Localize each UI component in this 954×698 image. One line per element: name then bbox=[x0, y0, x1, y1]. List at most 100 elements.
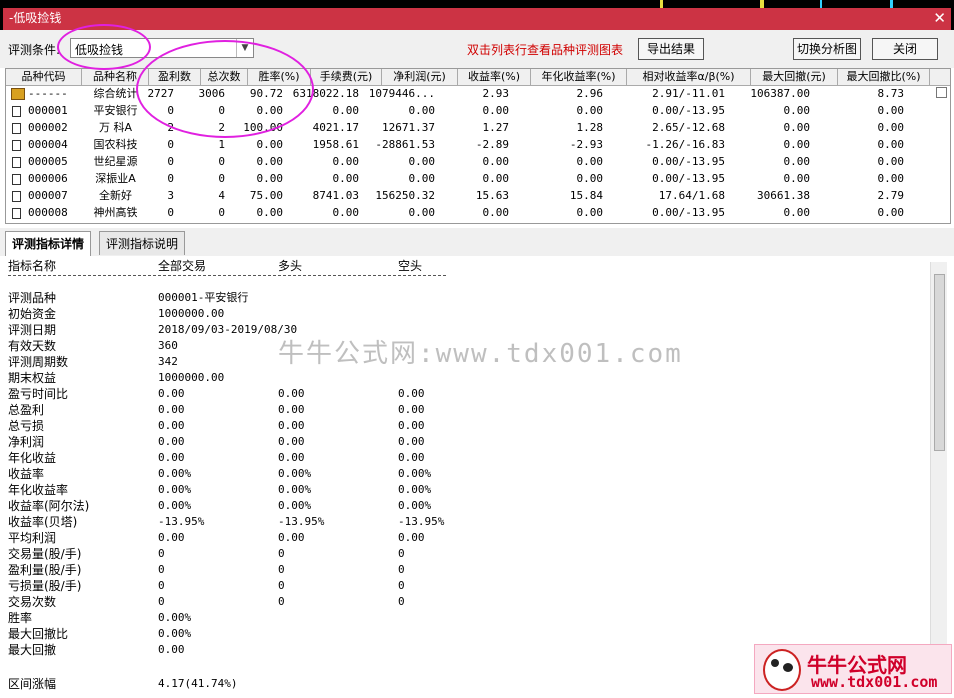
cell-value: 0.00/-13.95 bbox=[652, 206, 725, 219]
detail-label: 净利润 bbox=[8, 435, 45, 449]
table-row[interactable]: 000001 平安银行 0 0 0.00 0.00 0.00 0.00 0.00 0.00/-13… bbox=[6, 103, 934, 120]
chevron-down-icon[interactable]: ▼ bbox=[236, 39, 253, 57]
cell-value: 8741.03 bbox=[312, 189, 359, 202]
cell-value: 0.00/-13.95 bbox=[652, 155, 725, 168]
detail-value: 0.00% bbox=[158, 627, 192, 640]
scroll-up-box[interactable] bbox=[936, 87, 947, 98]
cell-value: 0.00/-13.95 bbox=[652, 104, 725, 117]
condition-select[interactable]: 低吸捡钱 ▼ bbox=[70, 38, 254, 58]
detail-value: 0.00 bbox=[278, 435, 305, 448]
column-header[interactable]: 品种名称 bbox=[82, 69, 149, 85]
scrollbar-thumb[interactable] bbox=[934, 274, 945, 451]
cell-value: 2 bbox=[218, 121, 225, 134]
cell-value: 0.00 bbox=[256, 138, 284, 151]
table-row[interactable]: 000008 神州高铁 0 0 0.00 0.00 0.00 0.00 0.00 0.00/-13… bbox=[6, 205, 934, 222]
close-button[interactable]: 关闭 bbox=[872, 38, 938, 60]
column-header[interactable]: 胜率(%) bbox=[248, 69, 311, 85]
detail-label: 收益率(阿尔法) bbox=[8, 499, 90, 513]
detail-value: -13.95% bbox=[278, 515, 325, 528]
detail-value: 0.00% bbox=[398, 499, 432, 512]
cell-value: 0.00 bbox=[482, 155, 510, 168]
range-value: 4.17(41.74%) bbox=[158, 677, 238, 690]
column-header[interactable]: 盈利数 bbox=[149, 69, 201, 85]
detail-label: 最大回撤 bbox=[8, 643, 57, 657]
detail-label: 收益率 bbox=[8, 467, 45, 481]
detail-value: 0.00 bbox=[158, 419, 185, 432]
column-header[interactable]: 最大回撤比(%) bbox=[838, 69, 930, 85]
detail-value: 0.00 bbox=[158, 451, 185, 464]
cell-value: 0.00 bbox=[783, 138, 811, 151]
detail-value: 0 bbox=[158, 579, 165, 592]
cell-name: 万 科A bbox=[98, 121, 133, 134]
cell-code: 000002 bbox=[28, 121, 68, 134]
table-row[interactable]: 000004 国农科技 0 1 0.00 1958.61 -28861.53 -2.89 -2.… bbox=[6, 137, 934, 154]
column-header[interactable]: 手续费(元) bbox=[311, 69, 382, 85]
column-header[interactable]: 总次数 bbox=[201, 69, 248, 85]
tab-indicator-details[interactable]: 评测指标详情 bbox=[5, 231, 92, 257]
detail-value: 0 bbox=[398, 595, 405, 608]
detail-label: 期末权益 bbox=[8, 371, 57, 385]
column-header[interactable]: 年化收益率(%) bbox=[531, 69, 627, 85]
cell-value: 0.00 bbox=[877, 121, 905, 134]
cell-name: 国农科技 bbox=[93, 138, 138, 151]
cell-name: 平安银行 bbox=[93, 104, 138, 117]
cell-value: 3 bbox=[167, 189, 174, 202]
table-row[interactable]: 000006 深振业A 0 0 0.00 0.00 0.00 0.00 0.00 0.00/-13… bbox=[6, 171, 934, 188]
cell-value: 2.79 bbox=[877, 189, 905, 202]
cell-code: 000006 bbox=[28, 172, 68, 185]
cell-value: 0.00 bbox=[783, 155, 811, 168]
cell-value: 0.00 bbox=[576, 172, 604, 185]
detail-header-name: 指标名称 bbox=[8, 259, 57, 273]
cell-value: 1958.61 bbox=[312, 138, 359, 151]
summary-row[interactable]: ------ 综合统计 2727 3006 90.72 6318022.18 1079446… bbox=[6, 86, 934, 103]
table-row[interactable]: 000002 万 科A 2 2 100.00 4021.17 12671.37 1.27 1.2… bbox=[6, 120, 934, 137]
detail-scrollbar[interactable] bbox=[930, 262, 947, 692]
cell-value: 0.00 bbox=[783, 121, 811, 134]
cell-code: 000004 bbox=[28, 138, 68, 151]
detail-value: 0.00% bbox=[158, 499, 192, 512]
detail-value: 0.00 bbox=[278, 451, 305, 464]
cell-value: 15.63 bbox=[475, 189, 509, 202]
switch-chart-button[interactable]: 切换分析图 bbox=[793, 38, 861, 60]
column-header[interactable]: 收益率(%) bbox=[458, 69, 531, 85]
column-header[interactable]: 相对收益率α/β(%) bbox=[627, 69, 751, 85]
cell-value: 2.91/-11.01 bbox=[652, 87, 725, 100]
background-chart-bar bbox=[660, 0, 663, 8]
detail-value: 0.00 bbox=[398, 451, 425, 464]
close-icon[interactable]: ✕ bbox=[933, 10, 946, 26]
cell-value: 0.00 bbox=[482, 206, 510, 219]
cell-value: 0.00 bbox=[877, 155, 905, 168]
summary-icon bbox=[11, 88, 25, 100]
cell-value: 2 bbox=[167, 121, 174, 134]
window-title: -低吸捡钱 bbox=[3, 8, 951, 30]
detail-value: 0.00 bbox=[398, 435, 425, 448]
cell-value: 0 bbox=[218, 104, 225, 117]
site-logo: 牛牛公式网 www.tdx001.com bbox=[754, 644, 952, 694]
detail-value: 0.00% bbox=[158, 483, 192, 496]
export-button[interactable]: 导出结果 bbox=[638, 38, 704, 60]
detail-value: 0.00% bbox=[158, 611, 192, 624]
cell-value: 3006 bbox=[198, 87, 226, 100]
detail-panel: 指标名称 全部交易 多头 空头 评测品种 000001-平安银行 初始资金 10000… bbox=[0, 256, 954, 698]
toolbar: 评测条件: 低吸捡钱 ▼ 双击列表行查看品种评测图表 导出结果 切换分析图 关闭 bbox=[0, 30, 954, 68]
detail-value: 0.00 bbox=[398, 403, 425, 416]
detail-value: 0.00 bbox=[398, 531, 425, 544]
column-header[interactable]: 最大回撤(元) bbox=[751, 69, 838, 85]
cell-value: 0.00 bbox=[877, 172, 905, 185]
detail-value: 000001-平安银行 bbox=[158, 291, 249, 304]
cell-value: 17.64/1.68 bbox=[658, 189, 725, 202]
range-label: 区间涨幅 bbox=[8, 677, 57, 691]
column-header[interactable]: 品种代码 bbox=[6, 69, 82, 85]
table-row[interactable]: 000007 全新好 3 4 75.00 8741.03 156250.32 15.63 15.… bbox=[6, 188, 934, 205]
cell-value: 0.00 bbox=[408, 155, 436, 168]
table-row[interactable]: 000005 世纪星源 0 0 0.00 0.00 0.00 0.00 0.00 0.00/-13… bbox=[6, 154, 934, 171]
detail-value: 0.00% bbox=[278, 483, 312, 496]
tab-indicator-help[interactable]: 评测指标说明 bbox=[99, 231, 186, 255]
cell-value: 0 bbox=[167, 155, 174, 168]
detail-value: 0 bbox=[278, 563, 285, 576]
cell-value: 1.27 bbox=[482, 121, 510, 134]
detail-value: 0.00% bbox=[398, 483, 432, 496]
column-header[interactable]: 净利润(元) bbox=[382, 69, 458, 85]
cell-value: 8.73 bbox=[877, 87, 905, 100]
cell-value: 0.00 bbox=[408, 206, 436, 219]
